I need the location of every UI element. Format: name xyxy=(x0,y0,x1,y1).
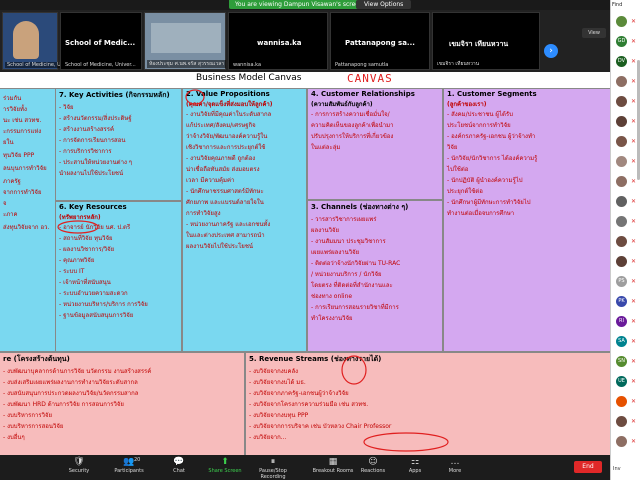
avatar[interactable]: PK xyxy=(616,296,627,307)
toolbar-label: More xyxy=(448,468,462,474)
avatar[interactable] xyxy=(616,136,627,147)
avatar[interactable] xyxy=(616,76,627,87)
participant-caption: School of Medicine, Univer... xyxy=(63,62,138,68)
participants-panel: Find ✕ GD ✕ DV ✕ ✕ ✕ ✕ ✕ ✕ ✕ ✕ ✕ ✕ ✕ PS ✕ PK ✕ RI ✕ SA ✕ SN ✕ UE ✕… xyxy=(610,0,640,480)
more-icon: … xyxy=(450,457,460,467)
avatar[interactable]: PS xyxy=(616,276,627,287)
muted-mic-icon: ✕ xyxy=(631,378,637,385)
muted-mic-icon: ✕ xyxy=(631,338,637,345)
shield-icon: 🛡 xyxy=(73,457,85,467)
end-meeting-button[interactable]: End xyxy=(574,461,602,473)
participant-caption: ห้องประชุม ศ.นพ.จรัส สุวรรณเวลา xyxy=(147,60,227,68)
avatar[interactable]: SN xyxy=(616,356,627,367)
avatar[interactable] xyxy=(616,256,627,267)
share-icon: ⬆ xyxy=(221,457,229,467)
chat-icon: 💬 xyxy=(173,457,185,467)
annotation-overlay xyxy=(57,89,449,452)
viewing-banner: You are viewing Dampun Visawan's screen xyxy=(229,0,369,9)
muted-mic-icon: ✕ xyxy=(631,438,637,445)
security-button[interactable]: 🛡 Security xyxy=(54,457,104,474)
muted-mic-icon: ✕ xyxy=(631,178,637,185)
muted-mic-icon: ✕ xyxy=(631,38,637,45)
toolbar-label: Chat xyxy=(173,468,185,474)
share-screen-button[interactable]: ⬆ Share Screen xyxy=(200,457,250,474)
participant-face xyxy=(13,21,39,59)
toolbar-label: Share Screen xyxy=(208,468,242,474)
toolbar-label: Security xyxy=(68,468,90,474)
avatar[interactable] xyxy=(616,236,627,247)
participant-tile[interactable]: wannisa.ka wannisa.ka xyxy=(228,12,328,70)
muted-mic-icon: ✕ xyxy=(631,238,637,245)
participant-strip: School of Medicine, Univer... School of … xyxy=(0,10,610,72)
avatar[interactable] xyxy=(616,436,627,447)
pause-stop-recording-button[interactable]: ⏸ Pause/Stop Recording xyxy=(248,457,298,480)
participant-name: เขมจิรา เทียนหวาน xyxy=(449,40,509,48)
muted-mic-icon: ✕ xyxy=(631,18,637,25)
avatar[interactable] xyxy=(616,156,627,167)
avatar[interactable] xyxy=(616,216,627,227)
muted-mic-icon: ✕ xyxy=(631,58,637,65)
invite-button[interactable]: Inv xyxy=(613,466,621,472)
next-page-button[interactable]: › xyxy=(544,44,558,58)
view-options-button[interactable]: View Options xyxy=(356,0,412,9)
participant-count: 20 xyxy=(134,457,141,463)
avatar[interactable]: UE xyxy=(616,376,627,387)
muted-mic-icon: ✕ xyxy=(631,138,637,145)
more-button[interactable]: … More xyxy=(430,457,480,474)
muted-mic-icon: ✕ xyxy=(631,218,637,225)
avatar[interactable]: SA xyxy=(616,336,627,347)
toolbar-label: Pause/Stop Recording xyxy=(259,468,287,480)
avatar[interactable] xyxy=(616,16,627,27)
avatar[interactable]: DV xyxy=(616,56,627,67)
toolbar-label: Apps xyxy=(408,468,422,474)
participant-name: wannisa.ka xyxy=(257,39,302,47)
avatar[interactable] xyxy=(616,116,627,127)
record-icon: ⏸ xyxy=(270,457,276,467)
avatar[interactable] xyxy=(616,96,627,107)
avatar[interactable] xyxy=(616,396,627,407)
muted-mic-icon: ✕ xyxy=(631,198,637,205)
participant-name: School of Medic... xyxy=(65,39,136,47)
participant-tile[interactable]: Pattanapong sa... Pattanapong samutla xyxy=(330,12,430,70)
muted-mic-icon: ✕ xyxy=(631,98,637,105)
participant-tile[interactable]: School of Medicine, Univer... xyxy=(2,12,80,70)
toolbar-label: Participants xyxy=(114,468,144,474)
chat-button[interactable]: 💬 Chat xyxy=(154,457,204,474)
muted-mic-icon: ✕ xyxy=(631,358,637,365)
muted-mic-icon: ✕ xyxy=(631,118,637,125)
participant-caption: Pattanapong samutla xyxy=(333,62,391,68)
meeting-room-image xyxy=(151,23,221,53)
avatar[interactable]: GD xyxy=(616,36,627,47)
muted-mic-icon: ✕ xyxy=(631,418,637,425)
participant-caption: wannisa.ka xyxy=(231,62,264,68)
avatar[interactable] xyxy=(616,196,627,207)
muted-mic-icon: ✕ xyxy=(631,278,637,285)
participant-tile[interactable]: ห้องประชุม ศ.นพ.จรัส สุวรรณเวลา xyxy=(144,12,227,70)
muted-mic-icon: ✕ xyxy=(631,258,637,265)
meeting-toolbar: 🛡 Security 👥 20 Participants 💬 Chat ⬆ Share Scre… xyxy=(0,455,610,480)
participant-tile[interactable]: เขมจิรา เทียนหวาน เขมจิรา เทียนหวาน xyxy=(432,12,540,70)
toolbar-label: Reactions xyxy=(360,468,386,474)
view-button[interactable]: View xyxy=(582,28,606,38)
avatar[interactable] xyxy=(616,416,627,427)
people-icon: 👥 xyxy=(123,457,135,467)
muted-mic-icon: ✕ xyxy=(631,158,637,165)
muted-mic-icon: ✕ xyxy=(631,78,637,85)
participant-caption: เขมจิรา เทียนหวาน xyxy=(435,60,482,68)
avatar[interactable]: RI xyxy=(616,316,627,327)
muted-mic-icon: ✕ xyxy=(631,318,637,325)
participants-button[interactable]: 👥 20 Participants xyxy=(104,457,154,474)
participant-tile[interactable]: School of Medic... School of Medicine, U… xyxy=(60,12,142,70)
muted-mic-icon: ✕ xyxy=(631,298,637,305)
avatar[interactable] xyxy=(616,176,627,187)
shared-screen: Business Model Canvas CANVAS ร่วมกัน ารวิ… xyxy=(0,72,610,455)
panel-find-label: Find xyxy=(612,2,623,8)
muted-mic-icon: ✕ xyxy=(631,398,637,405)
participant-name: Pattanapong sa... xyxy=(345,39,415,47)
